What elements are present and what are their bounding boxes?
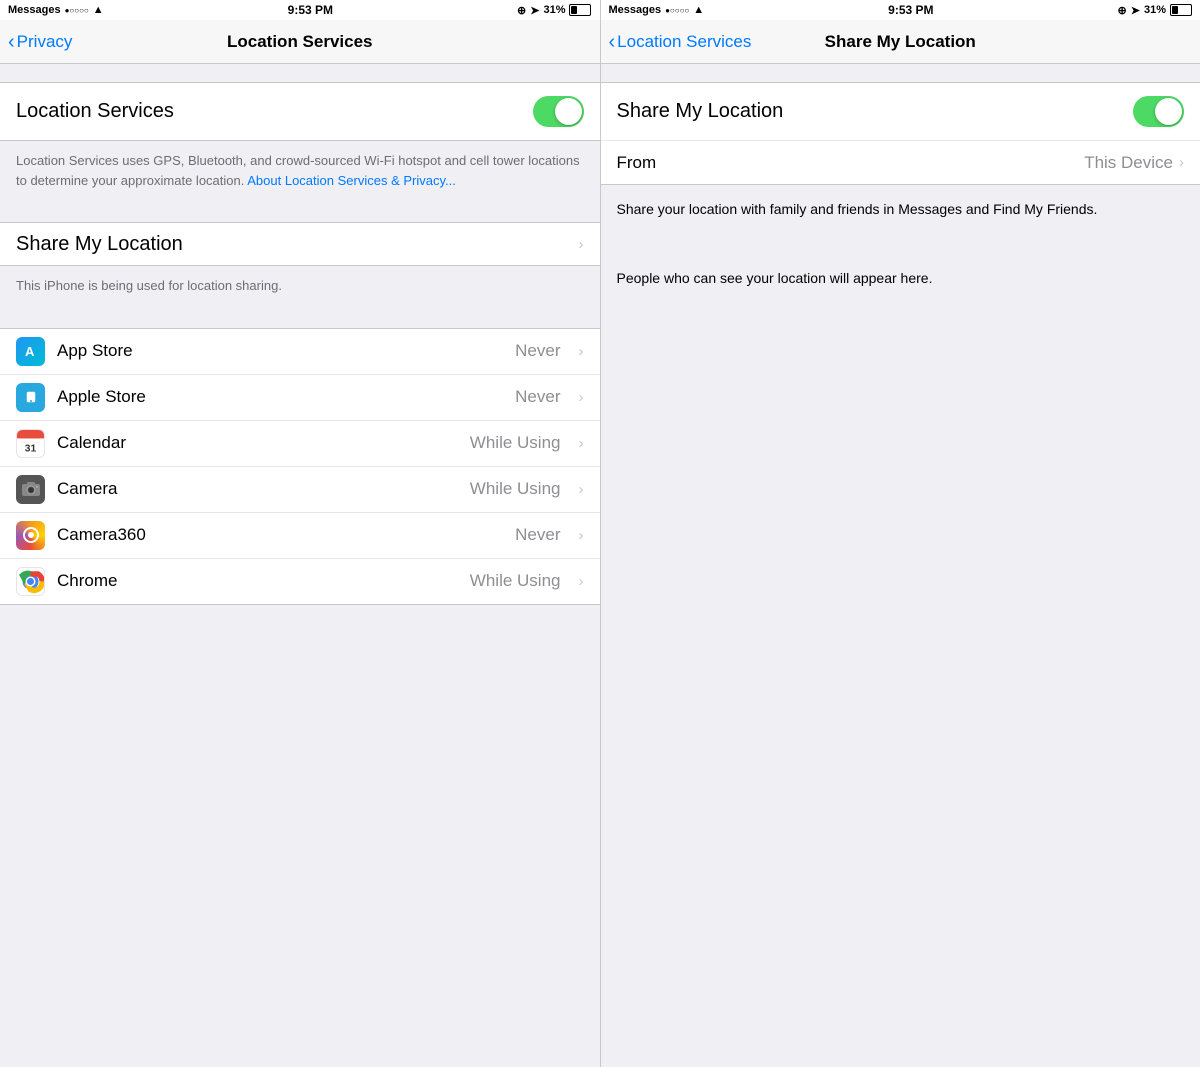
share-my-location-main-row[interactable]: Share My Location [601, 82, 1200, 141]
right-spacer2 [601, 234, 1200, 250]
svg-text:A: A [25, 344, 35, 359]
chrome-name: Chrome [57, 571, 458, 591]
left-time: 9:53 PM [288, 3, 333, 17]
left-nav-bar: ‹ Privacy Location Services [0, 20, 600, 64]
left-location-icon: ⊕ [517, 4, 526, 17]
share-my-location-toggle[interactable] [1133, 96, 1184, 127]
left-arrow-icon: ➤ [530, 4, 539, 17]
right-description: Share your location with family and frie… [601, 185, 1200, 234]
left-status-bar: Messages ●○○○○ ▲ 9:53 PM ⊕ ➤ 31% [0, 0, 600, 20]
svg-text:31: 31 [25, 443, 37, 454]
calendar-name: Calendar [57, 433, 458, 453]
left-battery-pct: 31% [543, 4, 565, 16]
right-back-chevron: ‹ [609, 32, 616, 52]
from-label: From [617, 153, 1085, 173]
left-wifi-icon: ▲ [93, 4, 104, 16]
right-location-icon: ⊕ [1118, 4, 1127, 17]
right-arrow-icon: ➤ [1131, 4, 1140, 17]
camera-permission: While Using [470, 479, 561, 499]
camera-icon [16, 475, 45, 504]
app-row-applestore[interactable]: Apple Store Never › [0, 375, 600, 421]
share-my-location-row[interactable]: Share My Location › [0, 222, 600, 266]
left-battery-icon [569, 4, 591, 16]
right-signal-dots: ●○○○○ [665, 6, 689, 15]
right-battery-pct: 31% [1144, 4, 1166, 16]
left-carrier: Messages [8, 4, 61, 16]
people-section: People who can see your location will ap… [601, 254, 1200, 303]
right-nav-bar: ‹ Location Services Share My Location [601, 20, 1200, 64]
camera360-chevron: › [579, 527, 584, 544]
left-nav-title: Location Services [227, 32, 373, 52]
location-services-toggle[interactable] [533, 96, 584, 127]
right-wifi-icon: ▲ [693, 4, 704, 16]
applestore-name: Apple Store [57, 387, 503, 407]
left-back-label[interactable]: Privacy [17, 32, 73, 52]
from-chevron-icon: › [1179, 154, 1184, 171]
app-row-appstore[interactable]: A App Store Never › [0, 329, 600, 375]
right-status-right: ⊕ ➤ 31% [1118, 4, 1192, 17]
app-row-camera360[interactable]: Camera360 Never › [0, 513, 600, 559]
share-my-location-right-label: Share My Location [617, 100, 1134, 123]
share-chevron-icon: › [579, 236, 584, 253]
left-back-chevron: ‹ [8, 32, 15, 52]
chrome-permission: While Using [470, 571, 561, 591]
camera360-name: Camera360 [57, 525, 503, 545]
from-row[interactable]: From This Device › [601, 141, 1200, 185]
right-back-label[interactable]: Location Services [617, 32, 751, 52]
calendar-icon: 31 [16, 429, 45, 458]
left-status-left: Messages ●○○○○ ▲ [8, 4, 104, 16]
appstore-name: App Store [57, 341, 503, 361]
left-back-button[interactable]: ‹ Privacy [8, 32, 72, 52]
left-signal-dots: ●○○○○ [65, 6, 89, 15]
right-back-button[interactable]: ‹ Location Services [609, 32, 752, 52]
left-panel: Messages ●○○○○ ▲ 9:53 PM ⊕ ➤ 31% ‹ Priva… [0, 0, 600, 1067]
applestore-permission: Never [515, 387, 560, 407]
toggle-thumb [555, 98, 582, 125]
app-row-calendar[interactable]: 31 Calendar While Using › [0, 421, 600, 467]
right-time: 9:53 PM [888, 3, 933, 17]
left-status-right: ⊕ ➤ 31% [517, 4, 591, 17]
right-panel: Messages ●○○○○ ▲ 9:53 PM ⊕ ➤ 31% ‹ Locat… [601, 0, 1200, 1067]
share-sub-description: This iPhone is being used for location s… [0, 266, 600, 310]
right-spacer1 [601, 64, 1200, 82]
right-status-left: Messages ●○○○○ ▲ [609, 4, 705, 16]
camera360-icon [16, 521, 45, 550]
camera360-permission: Never [515, 525, 560, 545]
applestore-chevron: › [579, 389, 584, 406]
chrome-chevron: › [579, 573, 584, 590]
chrome-icon [16, 567, 45, 596]
location-services-row[interactable]: Location Services [0, 82, 600, 141]
appstore-chevron: › [579, 343, 584, 360]
appstore-permission: Never [515, 341, 560, 361]
share-my-location-label: Share My Location [16, 233, 579, 256]
camera-name: Camera [57, 479, 458, 499]
right-battery-icon [1170, 4, 1192, 16]
app-row-chrome[interactable]: Chrome While Using › [0, 559, 600, 604]
from-value: This Device [1084, 153, 1173, 173]
location-services-description: Location Services uses GPS, Bluetooth, a… [0, 141, 600, 204]
right-carrier: Messages [609, 4, 662, 16]
right-status-bar: Messages ●○○○○ ▲ 9:53 PM ⊕ ➤ 31% [601, 0, 1200, 20]
camera-chevron: › [579, 481, 584, 498]
calendar-permission: While Using [470, 433, 561, 453]
app-list: A App Store Never › Apple Store Never › [0, 328, 600, 605]
calendar-chevron: › [579, 435, 584, 452]
left-spacer1 [0, 64, 600, 82]
share-toggle-thumb [1155, 98, 1182, 125]
appstore-icon: A [16, 337, 45, 366]
app-row-camera[interactable]: Camera While Using › [0, 467, 600, 513]
location-services-label: Location Services [16, 100, 533, 123]
right-nav-title: Share My Location [825, 32, 976, 52]
location-privacy-link[interactable]: About Location Services & Privacy... [247, 173, 456, 188]
applestore-icon [16, 383, 45, 412]
